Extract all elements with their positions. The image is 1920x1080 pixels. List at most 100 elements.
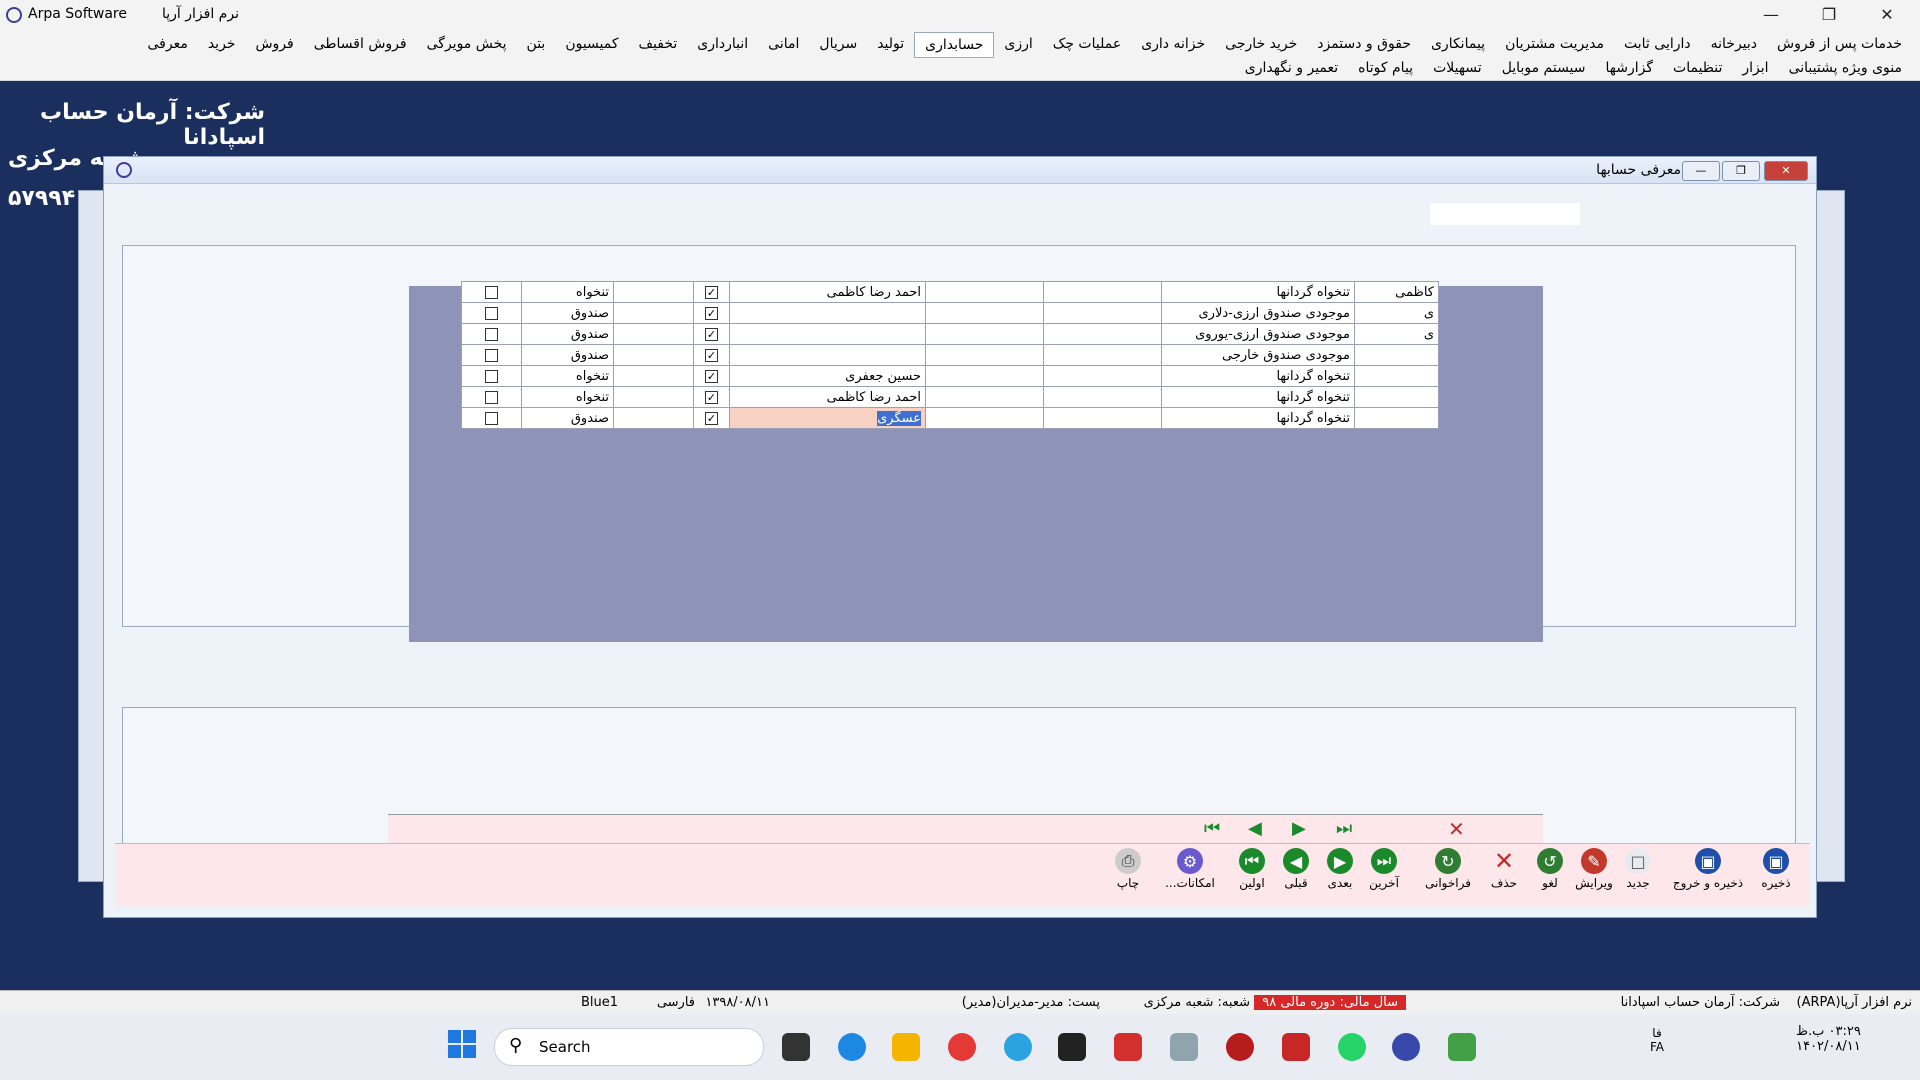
close-icon[interactable]: ✕ <box>1864 0 1910 30</box>
menu-item-0[interactable]: معرفی <box>137 32 197 58</box>
app-icon-3[interactable] <box>1170 1033 1198 1061</box>
table-cell[interactable] <box>461 407 522 429</box>
table-cell[interactable] <box>1354 344 1439 366</box>
app-icon-6[interactable] <box>1448 1033 1476 1061</box>
menu-item-3[interactable]: فروش اقساطی <box>304 32 417 58</box>
options-button[interactable]: ⚙ امکانات... <box>1160 848 1220 890</box>
last-button[interactable]: ⏭ آخرین <box>1362 848 1406 890</box>
menu-item-10[interactable]: سریال <box>809 32 867 58</box>
table-cell[interactable] <box>613 407 694 429</box>
table-cell[interactable] <box>461 386 522 408</box>
prev-record-icon[interactable]: ◀ <box>1248 818 1262 839</box>
table-cell[interactable] <box>1043 407 1162 429</box>
recall-button[interactable]: ↻ فراخوانی <box>1418 848 1478 890</box>
maximize-icon[interactable]: ❐ <box>1806 0 1852 30</box>
dialog-close-icon[interactable]: ✕ <box>1764 161 1808 181</box>
menu-item-row2-3[interactable]: سیستم موبایل <box>1492 56 1596 80</box>
table-cell[interactable]: تنخواه گردانها <box>1161 365 1355 387</box>
table-cell[interactable]: صندوق <box>521 323 614 345</box>
active-checkbox[interactable]: ✓ <box>705 306 718 320</box>
active-checkbox[interactable]: ✓ <box>705 411 718 425</box>
menu-item-19[interactable]: مدیریت مشتریان <box>1495 32 1614 58</box>
clock[interactable]: ۰۳:۲۹ ب.ظ ۱۴۰۲/۰۸/۱۱ <box>1796 1024 1861 1054</box>
row-checkbox[interactable] <box>485 390 498 404</box>
menu-item-row2-1[interactable]: پیام کوتاه <box>1348 56 1423 80</box>
app-icon-5[interactable] <box>1282 1033 1310 1061</box>
table-cell[interactable]: صندوق <box>521 407 614 429</box>
table-cell[interactable] <box>613 302 694 324</box>
table-cell[interactable] <box>729 302 926 324</box>
table-row[interactable]: تنخواه ✓ احمد رضا کاظمی تنخواه گردانها کاظمی <box>461 281 1439 303</box>
table-cell[interactable] <box>613 281 694 303</box>
table-cell[interactable] <box>1043 386 1162 408</box>
menu-item-8[interactable]: انبارداری <box>687 32 758 58</box>
menu-item-5[interactable]: بتن <box>517 32 556 58</box>
table-cell[interactable] <box>925 365 1044 387</box>
status-lang[interactable]: فارسی <box>657 995 695 1010</box>
table-cell[interactable] <box>925 386 1044 408</box>
table-row[interactable]: صندوق ✓ عسگری تنخواه گردانها <box>461 407 1439 429</box>
table-cell[interactable]: تنخواه <box>521 281 614 303</box>
menu-item-row2-0[interactable]: تعمیر و نگهداری <box>1235 56 1348 80</box>
arpa-taskbar-icon[interactable] <box>1392 1033 1420 1061</box>
table-cell[interactable]: کاظمی <box>1354 281 1439 303</box>
table-cell[interactable] <box>461 302 522 324</box>
table-cell[interactable]: ✓ <box>693 281 730 303</box>
last-record-icon[interactable]: ⏭ <box>1336 818 1352 839</box>
table-cell[interactable]: ی <box>1354 302 1439 324</box>
menu-item-11[interactable]: تولید <box>867 32 914 58</box>
table-cell[interactable]: ✓ <box>693 302 730 324</box>
table-cell[interactable]: ✓ <box>693 344 730 366</box>
table-cell[interactable] <box>925 302 1044 324</box>
menu-item-13[interactable]: ارزی <box>994 32 1042 58</box>
table-cell[interactable]: تنخواه <box>521 386 614 408</box>
table-cell[interactable] <box>925 323 1044 345</box>
table-cell[interactable] <box>613 386 694 408</box>
table-cell[interactable]: ✓ <box>693 323 730 345</box>
active-checkbox[interactable]: ✓ <box>705 348 718 362</box>
table-cell[interactable]: صندوق <box>521 302 614 324</box>
menu-item-16[interactable]: خرید خارجی <box>1215 32 1307 58</box>
app-icon-2[interactable] <box>1114 1033 1142 1061</box>
menu-item-row2-6[interactable]: ابزار <box>1732 56 1778 80</box>
next-button[interactable]: ▶ بعدی <box>1318 848 1362 890</box>
taskbar-search[interactable]: ⚲ Search <box>494 1028 764 1066</box>
table-cell[interactable]: ✓ <box>693 386 730 408</box>
table-cell[interactable] <box>925 344 1044 366</box>
table-cell[interactable] <box>461 344 522 366</box>
new-button[interactable]: □ جدید <box>1616 848 1660 890</box>
menu-item-7[interactable]: تخفیف <box>629 32 688 58</box>
cancel-button[interactable]: ↺ لغو <box>1528 848 1572 890</box>
table-cell[interactable] <box>613 344 694 366</box>
table-cell[interactable]: ✓ <box>693 365 730 387</box>
row-checkbox[interactable] <box>485 369 498 383</box>
table-cell[interactable]: صندوق <box>521 344 614 366</box>
table-cell[interactable] <box>461 365 522 387</box>
table-cell[interactable]: تنخواه <box>521 365 614 387</box>
active-checkbox[interactable]: ✓ <box>705 369 718 383</box>
status-theme[interactable]: Blue1 <box>581 995 618 1010</box>
row-checkbox[interactable] <box>485 411 498 425</box>
search-box[interactable] <box>1430 203 1580 225</box>
table-cell[interactable]: حسین جعفری <box>729 365 926 387</box>
app-icon-1[interactable] <box>1058 1033 1086 1061</box>
table-row[interactable]: صندوق ✓ موجودی صندوق خارجی <box>461 344 1439 366</box>
menu-item-15[interactable]: خزانه داری <box>1131 32 1215 58</box>
table-row[interactable]: صندوق ✓ موجودی صندوق ارزی-دلاری ی <box>461 302 1439 324</box>
table-cell[interactable] <box>729 323 926 345</box>
menu-item-9[interactable]: امانی <box>758 32 809 58</box>
table-cell[interactable] <box>461 323 522 345</box>
menu-item-row2-7[interactable]: منوی ویژه پشتیبانی <box>1779 56 1912 80</box>
table-cell[interactable]: موجودی صندوق ارزی-یوروی <box>1161 323 1355 345</box>
print-button[interactable]: ⎙ چاپ <box>1106 848 1150 890</box>
menu-item-row2-2[interactable]: تسهیلات <box>1423 56 1492 80</box>
taskview-icon[interactable] <box>782 1033 810 1061</box>
table-cell[interactable]: احمد رضا کاظمی <box>729 386 926 408</box>
menu-item-20[interactable]: دارایی ثابت <box>1614 32 1701 58</box>
edge-icon[interactable] <box>838 1033 866 1061</box>
menu-item-14[interactable]: عملیات چک <box>1043 32 1131 58</box>
delete-button[interactable]: ✕ حذف <box>1482 847 1526 890</box>
table-cell[interactable]: تنخواه گردانها <box>1161 407 1355 429</box>
active-checkbox[interactable]: ✓ <box>705 327 718 341</box>
table-cell[interactable]: ی <box>1354 323 1439 345</box>
